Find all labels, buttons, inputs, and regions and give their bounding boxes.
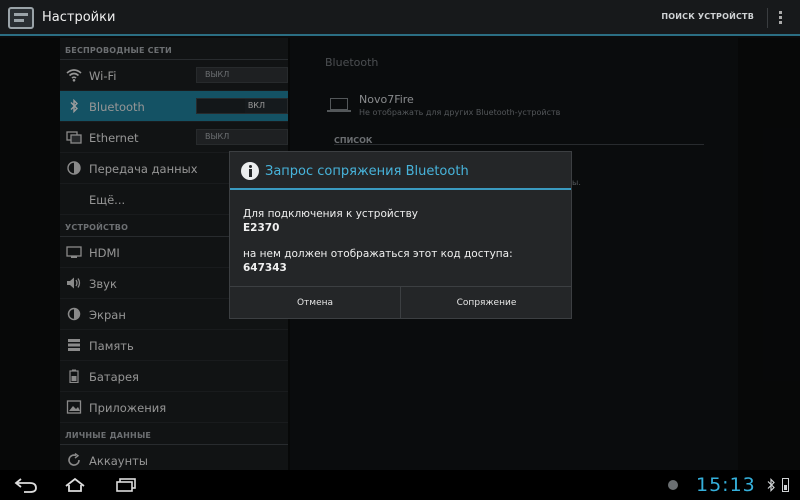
device-id: E2370 <box>243 222 280 234</box>
recent-apps-icon[interactable] <box>115 477 137 493</box>
pair-button[interactable]: Сопряжение <box>401 287 572 319</box>
message-line: на нем должен отображаться этот код дост… <box>243 248 513 260</box>
home-icon[interactable] <box>64 477 86 493</box>
dialog-header: Запрос сопряжения Bluetooth <box>230 152 571 190</box>
back-icon[interactable] <box>14 477 38 493</box>
passkey: 647343 <box>243 262 287 274</box>
info-icon <box>241 162 259 180</box>
divider <box>767 8 768 28</box>
battery-status-icon <box>782 478 789 492</box>
search-devices-button[interactable]: ПОИСК УСТРОЙСТВ <box>661 12 754 21</box>
clock[interactable]: 15:13 <box>696 474 756 496</box>
overflow-menu-icon[interactable] <box>779 11 783 25</box>
dialog-title: Запрос сопряжения Bluetooth <box>265 164 469 179</box>
bluetooth-status-icon <box>767 478 775 492</box>
action-bar: Настройки ПОИСК УСТРОЙСТВ <box>0 0 800 36</box>
message-line: Для подключения к устройству <box>243 208 419 220</box>
page-title: Настройки <box>42 10 116 25</box>
notification-icon[interactable] <box>668 480 678 490</box>
settings-app-icon[interactable] <box>8 7 34 29</box>
cancel-button[interactable]: Отмена <box>230 287 401 319</box>
dialog-buttons: Отмена Сопряжение <box>230 286 571 319</box>
pairing-dialog: Запрос сопряжения Bluetooth Для подключе… <box>229 151 572 319</box>
dialog-message: Для подключения к устройству E2370 на не… <box>243 207 513 275</box>
system-bar: 15:13 <box>0 470 800 500</box>
